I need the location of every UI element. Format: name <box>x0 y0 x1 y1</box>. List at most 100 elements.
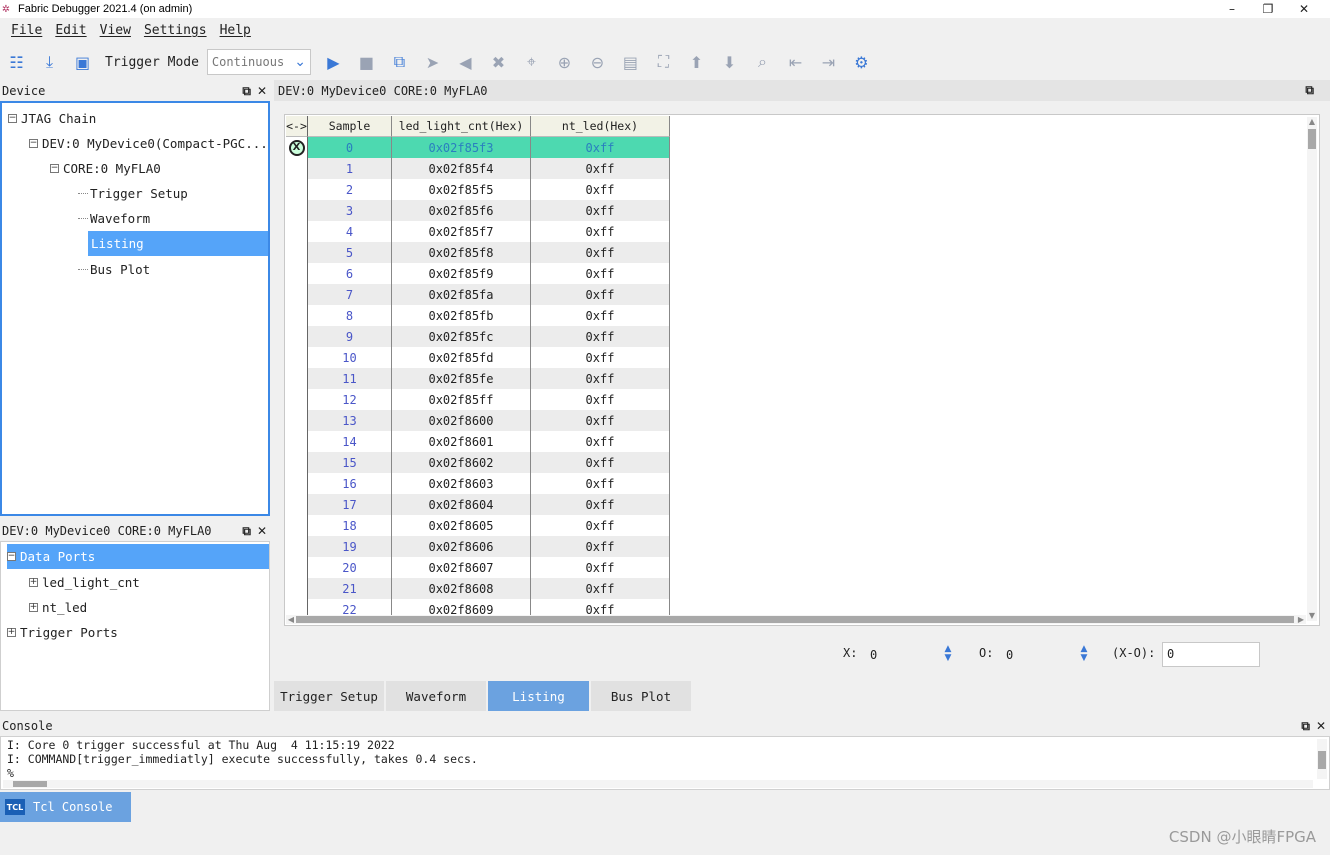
marker-cell[interactable] <box>286 389 308 410</box>
prev-marker-icon[interactable]: ◀ <box>449 48 482 76</box>
marker-cell[interactable] <box>286 263 308 284</box>
tab-listing[interactable]: Listing <box>488 681 589 711</box>
menu-help[interactable]: Help <box>220 23 251 38</box>
menu-settings[interactable]: Settings <box>144 23 207 38</box>
trigger-mode-select[interactable]: Continuous ⌄ <box>206 49 311 75</box>
xo-field[interactable]: 0 <box>1162 642 1260 667</box>
table-row[interactable]: 20 0x02f8607 0xff <box>286 557 670 578</box>
scroll-left-icon[interactable]: ◀ <box>286 615 296 624</box>
column-header-nt-led[interactable]: nt_led(Hex) <box>531 116 670 137</box>
marker-cell[interactable] <box>286 557 308 578</box>
float-panel-icon[interactable]: ⧉ <box>242 81 251 101</box>
marker-cell[interactable] <box>286 242 308 263</box>
table-row[interactable]: 1 0x02f85f4 0xff <box>286 158 670 179</box>
marker-cell[interactable] <box>286 368 308 389</box>
table-row[interactable]: 21 0x02f8608 0xff <box>286 578 670 599</box>
table-row[interactable]: 3 0x02f85f6 0xff <box>286 200 670 221</box>
next-marker-icon[interactable]: ✖ <box>482 48 515 76</box>
column-header-led-light-cnt[interactable]: led_light_cnt(Hex) <box>392 116 531 137</box>
tab-tcl-console[interactable]: TCL Tcl Console <box>0 792 131 822</box>
trigger-immediate-icon[interactable]: ⧉ <box>383 48 416 76</box>
horizontal-scrollbar[interactable]: ◀ ▶ <box>286 615 1306 624</box>
collapse-icon[interactable]: − <box>8 114 17 123</box>
marker-cell[interactable] <box>286 578 308 599</box>
close-button[interactable]: ✕ <box>1286 0 1322 18</box>
arrow-down-icon[interactable]: ⬇ <box>713 48 746 76</box>
goto-trigger-icon[interactable]: ➤ <box>416 48 449 76</box>
float-panel-icon[interactable]: ⧉ <box>242 521 251 541</box>
tree-item-device[interactable]: − DEV:0 MyDevice0(Compact-PGC... <box>29 131 268 156</box>
find-icon[interactable]: ⌕ <box>746 48 779 76</box>
expand-icon[interactable]: + <box>7 628 16 637</box>
table-row[interactable]: 8 0x02f85fb 0xff <box>286 305 670 326</box>
table-row[interactable]: 15 0x02f8602 0xff <box>286 452 670 473</box>
move-right-icon[interactable]: ⇥ <box>812 48 845 76</box>
table-row[interactable]: 9 0x02f85fc 0xff <box>286 326 670 347</box>
table-row[interactable]: 19 0x02f8606 0xff <box>286 536 670 557</box>
marker-cell[interactable] <box>286 179 308 200</box>
table-row[interactable]: 12 0x02f85ff 0xff <box>286 389 670 410</box>
marker-cell[interactable] <box>286 284 308 305</box>
column-header-marker[interactable]: <-> <box>286 116 308 137</box>
scroll-down-icon[interactable]: ▼ <box>1307 611 1317 621</box>
marker-cell[interactable] <box>286 326 308 347</box>
move-left-icon[interactable]: ⇤ <box>779 48 812 76</box>
tree-item-trigger-ports[interactable]: + Trigger Ports <box>7 620 118 645</box>
table-row[interactable]: 2 0x02f85f5 0xff <box>286 179 670 200</box>
vertical-scrollbar[interactable]: ▲ ▼ <box>1307 117 1317 621</box>
table-row[interactable]: 4 0x02f85f7 0xff <box>286 221 670 242</box>
scroll-thumb[interactable] <box>1318 751 1326 769</box>
marker-cell[interactable] <box>286 200 308 221</box>
console-vertical-scrollbar[interactable] <box>1317 739 1327 779</box>
table-row[interactable]: 14 0x02f8601 0xff <box>286 431 670 452</box>
table-row[interactable]: 7 0x02f85fa 0xff <box>286 284 670 305</box>
table-row[interactable]: 18 0x02f8605 0xff <box>286 515 670 536</box>
table-row[interactable]: 10 0x02f85fd 0xff <box>286 347 670 368</box>
tree-item-jtag-chain[interactable]: − JTAG Chain <box>8 106 96 131</box>
console-prompt[interactable]: % <box>7 766 14 780</box>
scroll-right-icon[interactable]: ▶ <box>1296 615 1306 624</box>
zoom-in-icon[interactable]: ⊕ <box>548 48 581 76</box>
marker-cell[interactable] <box>286 515 308 536</box>
scroll-thumb[interactable] <box>13 781 47 787</box>
expand-icon[interactable]: + <box>29 603 38 612</box>
tree-item-bus-plot[interactable]: Bus Plot <box>78 257 150 282</box>
o-spinner-icon[interactable]: ▲ ▼ <box>1077 645 1091 665</box>
scan-chain-icon[interactable]: ☷ <box>0 48 33 76</box>
minimize-button[interactable]: – <box>1214 0 1250 18</box>
close-panel-icon[interactable]: ✕ <box>257 81 267 101</box>
maximize-button[interactable]: ❐ <box>1250 0 1286 18</box>
menu-file[interactable]: File <box>11 23 42 38</box>
console-horizontal-scrollbar[interactable] <box>3 780 1313 788</box>
run-icon[interactable]: ▶ <box>317 48 350 76</box>
marker-cell[interactable] <box>286 158 308 179</box>
expand-icon[interactable]: + <box>29 578 38 587</box>
tree-item-waveform[interactable]: Waveform <box>78 206 150 231</box>
table-row[interactable]: 13 0x02f8600 0xff <box>286 410 670 431</box>
table-row[interactable]: 17 0x02f8604 0xff <box>286 494 670 515</box>
download-icon[interactable]: ⤓ <box>33 48 66 76</box>
marker-cell[interactable]: X <box>286 137 308 158</box>
table-row[interactable]: 5 0x02f85f8 0xff <box>286 242 670 263</box>
tab-waveform[interactable]: Waveform <box>386 681 486 711</box>
zoom-page-icon[interactable]: ▤ <box>614 48 647 76</box>
scroll-up-icon[interactable]: ▲ <box>1307 117 1317 127</box>
marker-icon[interactable]: ⌖ <box>515 48 548 76</box>
marker-cell[interactable] <box>286 431 308 452</box>
float-panel-icon[interactable]: ⧉ <box>1301 716 1310 736</box>
marker-cell[interactable] <box>286 410 308 431</box>
menu-edit[interactable]: Edit <box>55 23 86 38</box>
collapse-icon[interactable]: − <box>29 139 38 148</box>
console-output[interactable]: I: Core 0 trigger successful at Thu Aug … <box>0 736 1330 790</box>
tree-item-led-light-cnt[interactable]: + led_light_cnt <box>29 570 140 595</box>
tree-item-listing[interactable]: Listing <box>88 231 268 256</box>
tab-trigger-setup[interactable]: Trigger Setup <box>274 681 384 711</box>
monitor-icon[interactable]: ▣ <box>66 48 99 76</box>
marker-cell[interactable] <box>286 347 308 368</box>
marker-cell[interactable] <box>286 221 308 242</box>
marker-cell[interactable] <box>286 305 308 326</box>
collapse-icon[interactable]: − <box>7 552 16 561</box>
scroll-thumb[interactable] <box>1308 129 1316 149</box>
table-row[interactable]: 11 0x02f85fe 0xff <box>286 368 670 389</box>
collapse-icon[interactable]: − <box>50 164 59 173</box>
